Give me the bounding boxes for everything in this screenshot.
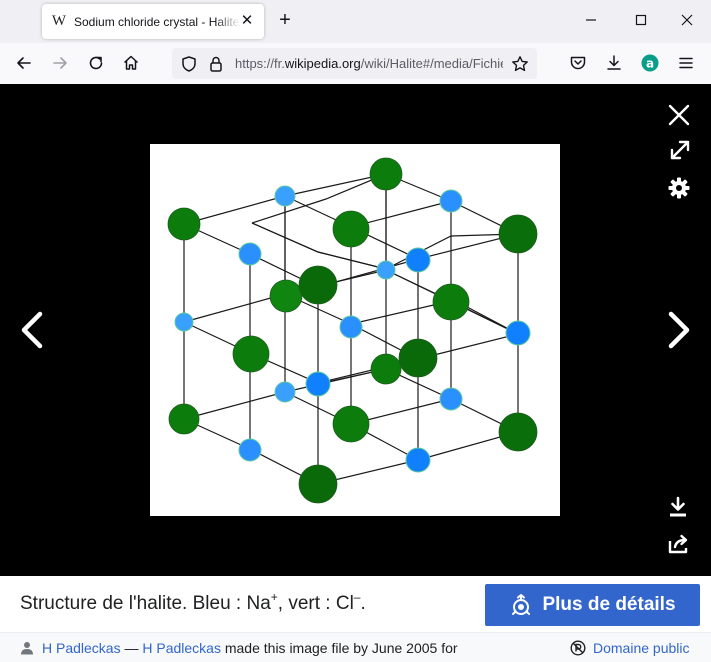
attribution-footer: H Padleckas — H Padleckas made this imag… — [0, 632, 711, 662]
bookmark-star-button[interactable] — [510, 54, 530, 74]
extension-button[interactable]: a — [640, 53, 660, 73]
close-icon — [668, 104, 690, 126]
share-image-button[interactable] — [668, 534, 690, 554]
fullscreen-button[interactable] — [669, 139, 691, 161]
back-button[interactable] — [14, 53, 34, 73]
navigation-toolbar: https://fr.wikipedia.org/wiki/Halite#/me… — [0, 43, 711, 84]
tracking-shield-icon[interactable] — [179, 54, 199, 74]
share-icon — [668, 534, 688, 554]
user-icon — [21, 642, 33, 655]
svg-text:a: a — [646, 57, 654, 71]
more-details-button[interactable]: Plus de détails — [485, 584, 700, 626]
author-separator: — — [120, 640, 143, 656]
caption-bar: Structure de l'halite. Bleu : Na+, vert … — [0, 576, 711, 632]
author-link[interactable]: H Padleckas — [142, 640, 221, 656]
tab-halite[interactable]: W Sodium chloride crystal - Halite ✕ — [42, 4, 264, 39]
caption-part: Structure de l'halite. Bleu : Na — [20, 593, 271, 614]
expand-icon — [670, 140, 690, 160]
next-image-button[interactable] — [665, 310, 693, 350]
commons-logo-icon — [512, 594, 531, 615]
reload-button[interactable] — [86, 53, 106, 73]
pocket-button[interactable] — [568, 53, 588, 73]
chevron-right-icon — [668, 311, 690, 349]
tab-close-icon[interactable]: ✕ — [239, 13, 255, 29]
previous-image-button[interactable] — [18, 310, 46, 350]
author-credit: H Padleckas — H Padleckas made this imag… — [20, 640, 458, 656]
extension-a-icon: a — [641, 54, 659, 72]
lock-icon[interactable] — [206, 54, 226, 74]
window-close-icon[interactable] — [679, 12, 695, 28]
license-label: Domaine public — [593, 640, 690, 656]
home-icon — [123, 55, 139, 70]
caption-part: , vert : Cl — [277, 593, 354, 614]
media-viewer — [0, 84, 711, 576]
close-viewer-button[interactable] — [668, 104, 690, 126]
download-icon — [607, 55, 621, 70]
new-tab-button[interactable]: + — [276, 10, 294, 30]
na-charge: + — [270, 590, 278, 604]
url-bar[interactable]: https://fr.wikipedia.org/wiki/Halite#/me… — [172, 48, 537, 79]
license-link[interactable]: Domaine public — [570, 640, 690, 656]
sodium-chloride-lattice-image — [167, 157, 538, 504]
chevron-left-icon — [21, 311, 43, 349]
tab-strip: W Sodium chloride crystal - Halite ✕ + — [0, 0, 711, 43]
arrow-left-icon — [17, 57, 31, 69]
image-caption: Structure de l'halite. Bleu : Na+, vert … — [20, 590, 366, 615]
media-image — [150, 144, 560, 516]
more-details-label: Plus de détails — [542, 594, 676, 615]
tab-title: Sodium chloride crystal - Halite — [74, 14, 240, 29]
download-image-button[interactable] — [668, 496, 688, 518]
maximize-icon[interactable] — [633, 12, 649, 28]
wikipedia-favicon-icon: W — [51, 13, 67, 29]
reload-icon — [89, 56, 103, 70]
url-path: /wiki/Halite#/media/Fichier:Sodium-chlor… — [360, 56, 503, 71]
browser-window: W Sodium chloride crystal - Halite ✕ + h… — [0, 0, 711, 662]
gear-icon — [668, 177, 690, 199]
hamburger-menu-icon — [679, 57, 693, 69]
downloads-button[interactable] — [604, 53, 624, 73]
app-menu-button[interactable] — [676, 53, 696, 73]
caption-part: . — [360, 593, 366, 614]
url-domain: wikipedia.org — [284, 56, 361, 71]
arrow-right-icon — [53, 57, 67, 69]
url-prefix: https://fr. — [235, 56, 285, 71]
author-description: made this image file by June 2005 for — [220, 640, 458, 656]
pocket-icon — [570, 56, 586, 70]
url-text[interactable]: https://fr.wikipedia.org/wiki/Halite#/me… — [235, 56, 503, 71]
viewer-settings-button[interactable] — [668, 177, 690, 199]
author-link[interactable]: H Padleckas — [42, 640, 121, 656]
home-button[interactable] — [121, 53, 141, 73]
public-domain-icon — [570, 640, 586, 656]
download-icon — [670, 496, 686, 517]
forward-button[interactable] — [50, 53, 70, 73]
star-icon — [512, 56, 528, 72]
minimize-icon[interactable] — [583, 12, 599, 28]
